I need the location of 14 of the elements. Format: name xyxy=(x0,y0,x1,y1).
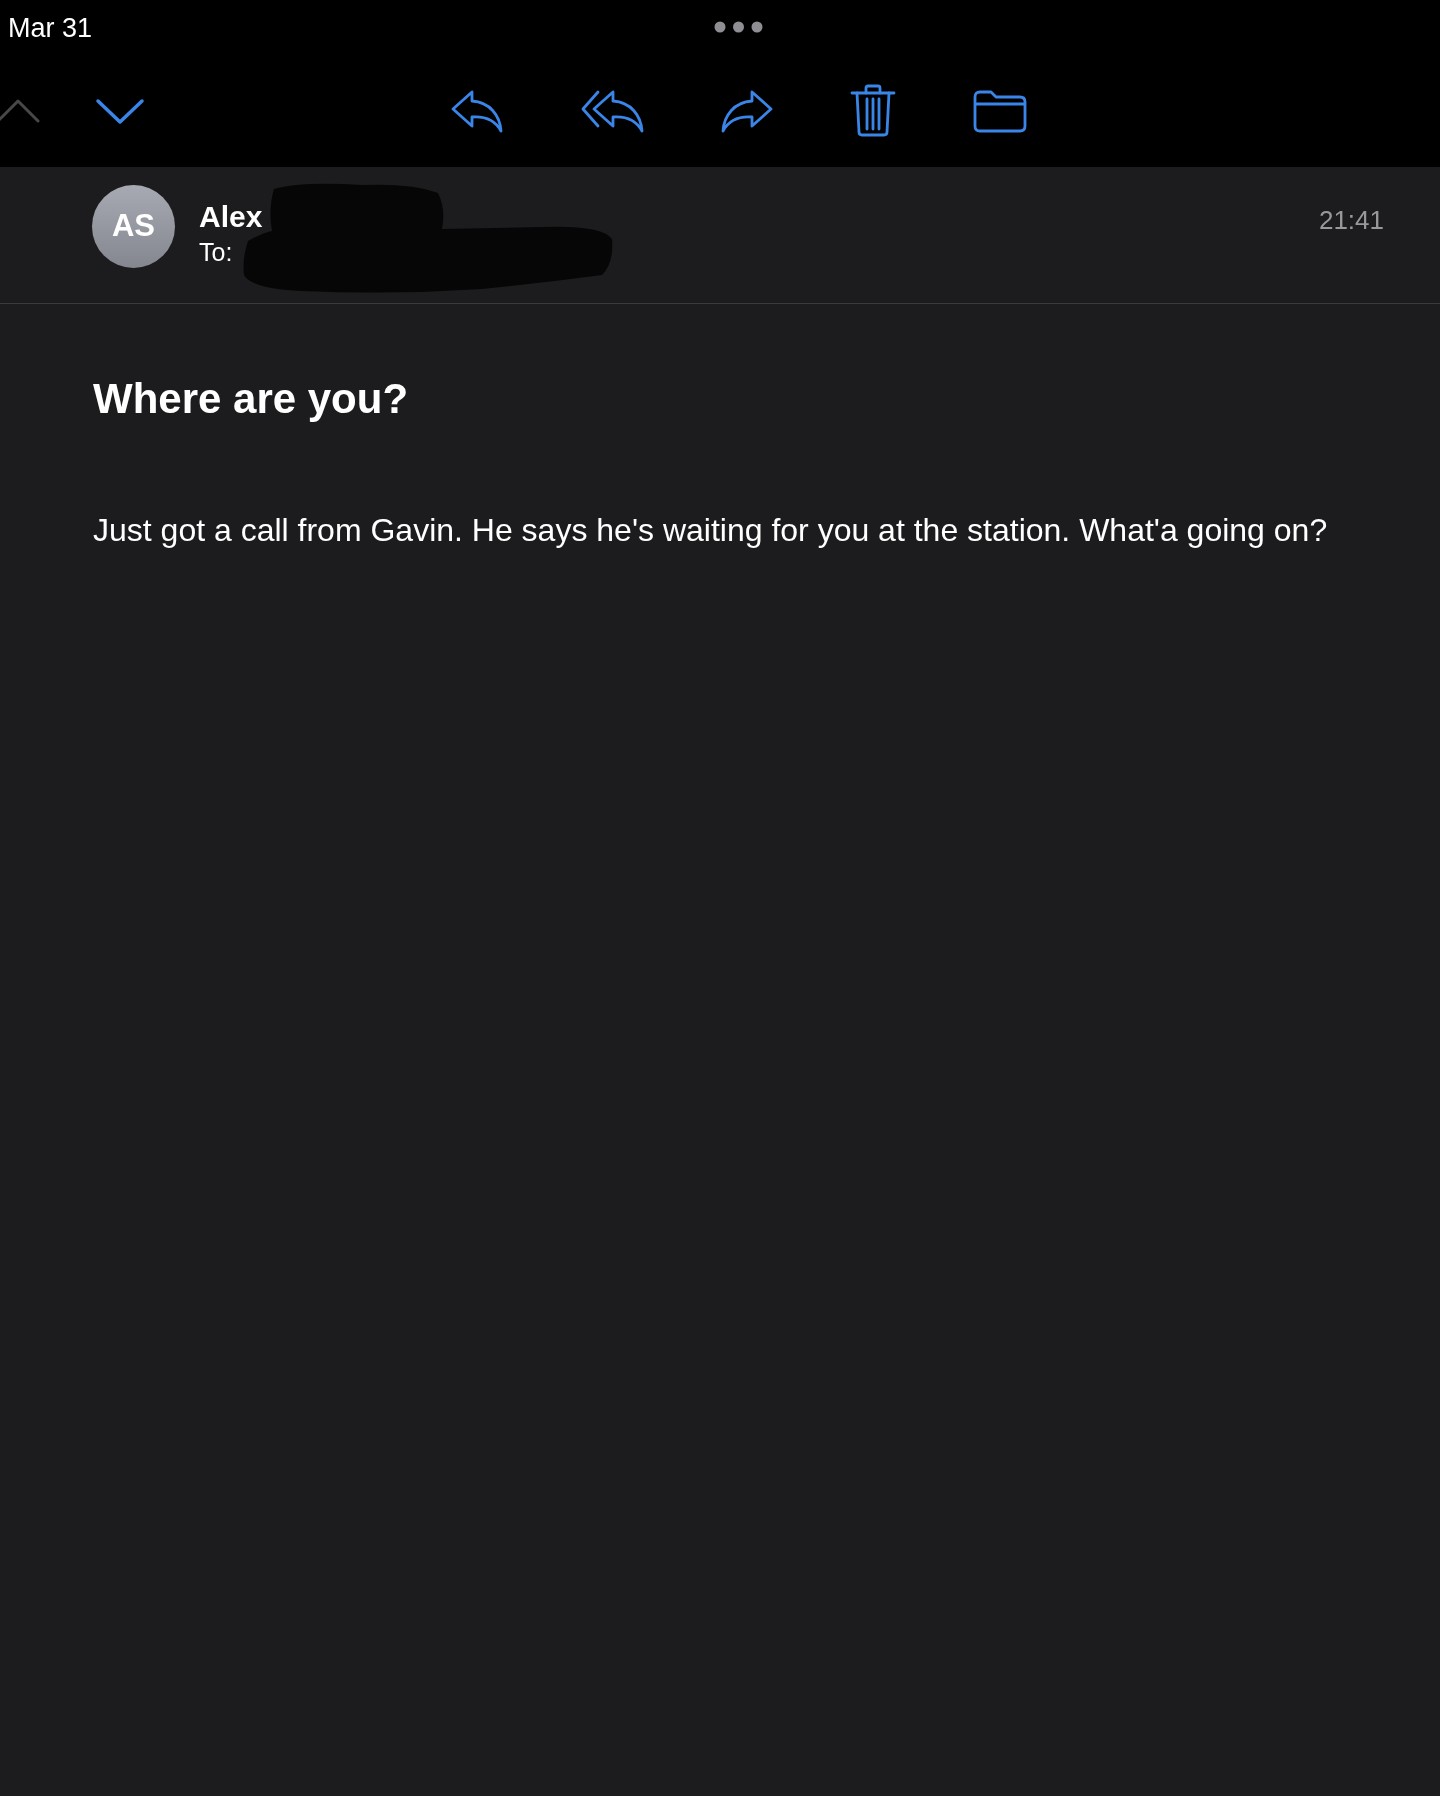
chevron-down-icon[interactable] xyxy=(95,97,145,125)
trash-icon[interactable] xyxy=(849,84,897,138)
sender-name: Alex xyxy=(199,199,263,235)
recipient-label: To: xyxy=(199,237,234,267)
avatar: AS xyxy=(92,185,175,268)
message-time: 21:41 xyxy=(1318,204,1384,236)
status-date: Mar 31 xyxy=(8,11,93,44)
folder-icon[interactable] xyxy=(972,88,1028,134)
message-subject: Where are you? xyxy=(93,374,410,424)
more-dots-icon[interactable] xyxy=(714,21,763,33)
forward-icon[interactable] xyxy=(720,88,774,134)
reply-icon[interactable] xyxy=(450,88,504,134)
message-body: Just got a call from Gavin. He says he's waiting for you at the station. What'a going on? xyxy=(93,511,1329,549)
reply-all-icon[interactable] xyxy=(580,88,646,134)
